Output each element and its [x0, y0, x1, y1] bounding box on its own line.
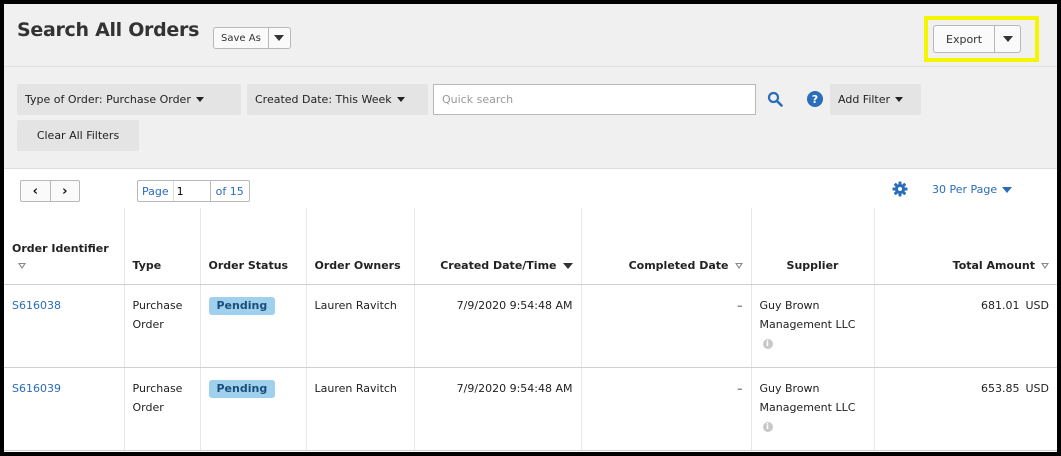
per-page-dropdown[interactable]: 30 Per Page	[932, 183, 1013, 196]
chevron-left-icon: ‹	[32, 183, 38, 199]
orders-page: Search All Orders Save As Export Type of…	[4, 4, 1057, 452]
status-badge: Pending	[208, 379, 276, 398]
supplier-name: Guy Brown Management LLC	[759, 298, 856, 331]
column-header-total[interactable]: Total Amount	[874, 208, 1057, 285]
column-header-created[interactable]: Created Date/Time	[414, 208, 582, 285]
quick-search-input[interactable]	[433, 84, 756, 115]
page-header: Search All Orders Save As Export	[4, 4, 1057, 66]
column-header-supplier: Supplier	[751, 208, 875, 285]
supplier-name: Guy Brown Management LLC	[759, 381, 856, 414]
chevron-down-icon	[1002, 36, 1013, 42]
column-header-completed[interactable]: Completed Date	[581, 208, 752, 285]
currency: USD	[1025, 298, 1049, 312]
column-label: Completed Date	[628, 258, 729, 272]
clear-all-filters-button[interactable]: Clear All Filters	[17, 120, 139, 151]
supplier-cell: Guy Brown Management LLC i	[751, 284, 875, 368]
page-total: of 15	[215, 184, 244, 198]
page-label: Page	[142, 184, 169, 198]
column-label: Order Owners	[314, 258, 401, 272]
column-label: Created Date/Time	[440, 258, 557, 272]
chevron-right-icon: ›	[62, 183, 68, 199]
gear-icon[interactable]	[892, 181, 908, 197]
order-id-cell: S616039	[4, 367, 125, 451]
next-page-button[interactable]: ›	[49, 181, 80, 201]
created-date-filter-label: Created Date: This Week	[255, 93, 392, 106]
column-label: Type	[132, 258, 162, 272]
type-of-order-filter[interactable]: Type of Order: Purchase Order	[17, 84, 241, 115]
info-icon[interactable]: i	[762, 338, 773, 349]
export-button[interactable]: Export	[934, 26, 994, 52]
amount-value: 681.01	[980, 298, 1020, 312]
column-header-order-owners: Order Owners	[306, 208, 415, 285]
help-icon[interactable]: ?	[807, 91, 823, 107]
completed-cell: –	[581, 284, 752, 368]
created-cell: 7/9/2020 9:54:48 AM	[414, 284, 582, 368]
column-header-order-status: Order Status	[200, 208, 307, 285]
column-header-type: Type	[124, 208, 201, 285]
prev-page-button[interactable]: ‹	[21, 181, 50, 201]
amount-cell: 653.85 USD	[874, 367, 1057, 451]
page-selector: Page of 15	[137, 180, 250, 202]
amount-value: 653.85	[980, 381, 1020, 395]
chevron-down-icon	[895, 97, 904, 102]
save-as-dropdown-button[interactable]	[267, 28, 290, 48]
filter-bar: Type of Order: Purchase Order Created Da…	[4, 66, 1057, 168]
chevron-down-icon	[274, 35, 285, 41]
chevron-down-icon	[396, 97, 405, 102]
column-label: Order Identifier	[12, 241, 109, 255]
owner-cell: Lauren Ravitch	[306, 367, 415, 451]
sort-icon[interactable]	[562, 262, 573, 269]
type-of-order-filter-label: Type of Order: Purchase Order	[25, 93, 191, 106]
search-icon[interactable]	[767, 91, 783, 107]
owner-cell: Lauren Ravitch	[306, 284, 415, 368]
status-cell: Pending	[200, 367, 307, 451]
table-row: S616038 Purchase Order Pending Lauren Ra…	[4, 284, 1057, 368]
orders-table: Order Identifier Type Order Status Order…	[4, 208, 1057, 451]
export-dropdown-button[interactable]	[994, 26, 1020, 52]
order-link[interactable]: S616038	[12, 299, 61, 312]
completed-cell: –	[581, 367, 752, 451]
page-title: Search All Orders	[17, 19, 200, 41]
chevron-down-icon	[1002, 186, 1013, 193]
type-cell: Purchase Order	[124, 284, 201, 368]
page-nav-group: ‹ ›	[20, 180, 80, 202]
amount-cell: 681.01 USD	[874, 284, 1057, 368]
orders-table-container: Order Identifier Type Order Status Order…	[4, 208, 1057, 452]
page-number-input[interactable]	[172, 181, 211, 201]
column-label: Supplier	[786, 258, 839, 272]
table-header-row: Order Identifier Type Order Status Order…	[4, 208, 1057, 285]
currency: USD	[1025, 381, 1049, 395]
chevron-down-icon	[195, 97, 204, 102]
sort-icon[interactable]	[734, 262, 743, 269]
created-cell: 7/9/2020 9:54:48 AM	[414, 367, 582, 451]
table-row: S616039 Purchase Order Pending Lauren Ra…	[4, 367, 1057, 451]
pagination-bar: ‹ › Page of 15 30 Per Page	[4, 168, 1057, 208]
sort-icon[interactable]	[1041, 262, 1049, 269]
order-id-cell: S616038	[4, 284, 125, 368]
add-filter-label: Add Filter	[838, 93, 891, 106]
type-cell: Purchase Order	[124, 367, 201, 451]
column-label: Order Status	[208, 258, 289, 272]
column-header-order-identifier[interactable]: Order Identifier	[4, 208, 125, 285]
save-as-button[interactable]: Save As	[214, 28, 268, 48]
add-filter-button[interactable]: Add Filter	[830, 84, 921, 115]
created-date-filter[interactable]: Created Date: This Week	[247, 84, 428, 115]
status-badge: Pending	[208, 296, 276, 315]
column-label: Total Amount	[952, 258, 1035, 272]
order-link[interactable]: S616039	[12, 382, 61, 395]
export-split-button: Export	[933, 25, 1022, 53]
sort-icon[interactable]	[18, 262, 26, 269]
per-page-label: 30 Per Page	[932, 183, 998, 196]
status-cell: Pending	[200, 284, 307, 368]
save-as-split-button: Save As	[213, 27, 291, 49]
supplier-cell: Guy Brown Management LLC i	[751, 367, 875, 451]
info-icon[interactable]: i	[762, 421, 773, 432]
